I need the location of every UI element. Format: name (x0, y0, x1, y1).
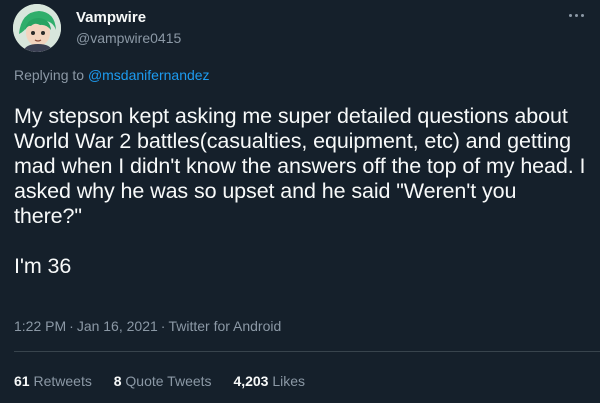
mention-link[interactable]: @msdanifernandez (88, 67, 210, 83)
meta-separator: · (160, 318, 166, 334)
replying-to-label: Replying to (14, 67, 85, 83)
tweet-date[interactable]: Jan 16, 2021 (77, 318, 158, 334)
more-options-icon[interactable] (566, 8, 588, 22)
divider (14, 351, 600, 352)
likes-label: Likes (272, 373, 306, 389)
quote-tweets-stat[interactable]: 8 Quote Tweets (114, 373, 212, 389)
tweet-time[interactable]: 1:22 PM (14, 318, 66, 334)
anime-avatar-icon (13, 4, 61, 52)
quote-tweets-label: Quote Tweets (125, 373, 212, 389)
retweets-label: Retweets (33, 373, 92, 389)
user-handle[interactable]: @vampwire0415 (76, 30, 181, 46)
tweet-source: Twitter for Android (168, 318, 282, 334)
tweet: Vampwire @vampwire0415 Replying to @msda… (0, 0, 600, 403)
replying-to: Replying to @msdanifernandez (14, 67, 210, 83)
tweet-metadata: 1:22 PM · Jan 16, 2021 · Twitter for Android (14, 318, 281, 334)
likes-count: 4,203 (233, 373, 269, 389)
display-name[interactable]: Vampwire (76, 9, 146, 26)
retweets-stat[interactable]: 61 Retweets (14, 373, 92, 389)
likes-stat[interactable]: 4,203 Likes (233, 373, 305, 389)
retweets-count: 61 (14, 373, 30, 389)
avatar[interactable] (13, 4, 61, 52)
meta-separator: · (69, 318, 74, 334)
tweet-text: My stepson kept asking me super detailed… (14, 104, 586, 278)
engagement-stats: 61 Retweets 8 Quote Tweets 4,203 Likes (14, 373, 323, 389)
quote-tweets-count: 8 (113, 373, 122, 389)
